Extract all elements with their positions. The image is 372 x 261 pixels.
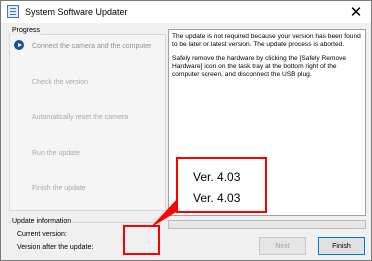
close-button[interactable]: ✕	[345, 2, 367, 22]
message-not-required: The update is not required because your …	[172, 33, 361, 49]
step-check-version: Check the version	[32, 79, 89, 86]
close-icon: ✕	[349, 3, 363, 21]
after-update-version-label: Version after the update:	[17, 244, 94, 251]
callout-current-version: Ver. 4.03	[193, 170, 241, 184]
message-safely-remove: Safely remove the hardware by clicking t…	[172, 54, 347, 79]
version-callout: Ver. 4.03 Ver. 4.03	[176, 157, 267, 213]
step-reset-camera: Automatically reset the camera	[32, 114, 129, 121]
app-document-icon	[7, 5, 19, 18]
update-information-label: Update information	[11, 217, 73, 226]
title-bar: System Software Updater ✕	[1, 1, 371, 23]
step-run-update: Run the update	[32, 150, 80, 157]
update-progress-bar	[168, 220, 366, 229]
current-version-label: Current version:	[17, 231, 67, 238]
progress-group-label: Progress	[11, 26, 42, 35]
callout-version-after-update: Ver. 4.03	[193, 191, 241, 205]
step-finish-update: Finish the update	[32, 185, 86, 192]
finish-button[interactable]: Finish	[318, 237, 365, 255]
play-arrow-icon	[14, 40, 24, 50]
next-button[interactable]: Next	[259, 237, 306, 255]
updater-window: System Software Updater ✕ Progress Conne…	[0, 0, 372, 261]
version-highlight-box	[123, 225, 160, 255]
step-connect: Connect the camera and the computer	[32, 43, 152, 50]
window-title: System Software Updater	[25, 7, 128, 17]
